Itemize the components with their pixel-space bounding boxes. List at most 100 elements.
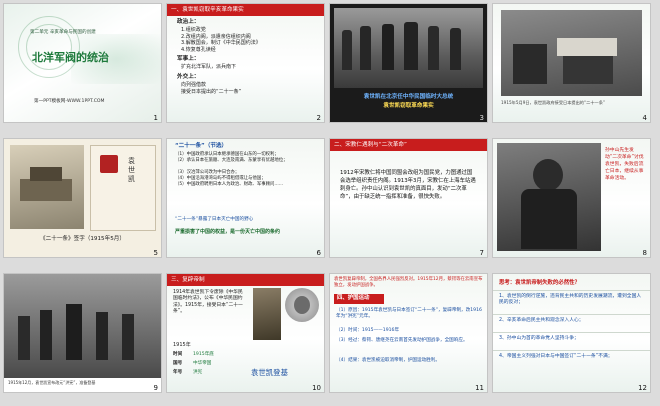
answer-text: 严重损害了中国的权益，是一份灭亡中国的条约: [175, 229, 281, 235]
photo-figure: [18, 316, 30, 360]
slide-thumbnail-5[interactable]: 袁世凯 《二十一条》签字（1915年5月） 5: [4, 139, 161, 257]
list-item: （4）中国沿海港湾岛屿不得租借或让与他国；: [175, 176, 266, 181]
slide-subtitle: 第二单元 辛亥革命与民国的创建: [30, 30, 96, 35]
photo-figure: [342, 30, 352, 70]
photo-figure: [533, 159, 563, 191]
slide-number: 12: [638, 384, 647, 392]
divider: [493, 290, 650, 291]
photo-figure: [521, 189, 577, 249]
slide-header: “二十一条”（节选）: [175, 143, 228, 149]
table-cell: 洪宪: [193, 370, 203, 375]
photo-caption: 1915年5月9日，袁世凯政府接受日本提出的“二十一条”: [501, 100, 606, 105]
list-item: 4.恢复尊孔读经: [181, 46, 216, 53]
list-item: 扩充北洋军队，派兵南下: [181, 64, 237, 70]
slide-thumbnail-6[interactable]: “二十一条”（节选） （1）中国政府承认日本继承德国在山东的一切权利； （2）承…: [167, 139, 324, 257]
slide-header: 一、袁世凯窃取辛亥革命果实: [171, 7, 244, 13]
slide-header: 四、护国运动: [337, 295, 370, 301]
photo-caption: 袁世凯在北京任中华民国临时大总统: [363, 94, 454, 100]
list-item: （2）时间：1915——1916年: [336, 328, 400, 333]
slide-thumbnail-2[interactable]: 一、袁世凯窃取辛亥革命果实 政治上： 1.组织政党 2.改组内阁，派遣亲信组织内…: [167, 4, 324, 122]
slide-number: 5: [153, 249, 158, 257]
photo-figure: [513, 44, 547, 84]
section-label: 政治上：: [177, 19, 200, 25]
seal-stamp: [100, 155, 118, 173]
slide-thumbnail-11[interactable]: 袁世凯复辟帝制，全国各界人民强烈反对。1915年12月，蔡锷等在云南宣布独立，发…: [330, 274, 487, 392]
list-item: （1）中国政府承认日本继承德国在山东的一切权利；: [175, 152, 279, 157]
slide-thumbnail-10[interactable]: 三、复辟帝制 1914年袁世凯下令废除《中华民国临时约法》，公布《中华民国约法》…: [167, 274, 324, 392]
side-text: 孙中山先生发动“二次革命”讨伐袁世凯，失败后流亡日本，继续从事革命活动。: [605, 148, 644, 181]
list-item: （1）原因：1915年袁世凯与日本签订“二十一条”，复辟帝制，改1916年为“洪…: [336, 308, 482, 319]
divider: [493, 314, 650, 315]
list-item: 2、辛亥革命后民主共和观念深入人心；: [499, 318, 584, 323]
photo-figure: [96, 312, 108, 360]
slide-thumbnail-3[interactable]: 袁世凯在北京任中华民国临时大总统 袁世凯窃取革命果实 3: [330, 4, 487, 122]
slide-thumbnail-8[interactable]: 孙中山先生发动“二次革命”讨伐袁世凯，失败后流亡日本，继续从事革命活动。 8: [493, 139, 650, 257]
divider: [493, 332, 650, 333]
photo-caption: 袁世凯窃取革命果实: [383, 103, 434, 109]
photo-figure: [428, 26, 439, 70]
divider: [493, 350, 650, 351]
list-item: （3）经过：蔡锷、唐继尧在云南首先发动护国战争，全国响应。: [336, 338, 468, 343]
body-text: 1912年宋教仁将中国同盟会改组为国民党，力图通过国会选举组织责任内阁。1913…: [340, 170, 476, 200]
list-item: 向列强借款: [181, 82, 207, 88]
slide-number: 8: [642, 249, 647, 257]
slide-thumbnail-7[interactable]: 二、宋教仁遇刺与“二次革命” 1912年宋教仁将中国同盟会改组为国民党，力图通过…: [330, 139, 487, 257]
slide-footer: 第一PPT模板网-WWW.1PPT.COM: [34, 99, 105, 104]
section-label: 外交上：: [177, 74, 200, 80]
coin-portrait: [294, 296, 310, 314]
slide-number: 3: [479, 114, 484, 122]
slide-title: 思考：袁世凯帝制失败的必然性？: [499, 280, 580, 286]
slide-header: 三、复辟帝制: [171, 277, 205, 283]
signature-text: 袁世凯登基: [251, 368, 288, 377]
slide-title: 北洋军阀的统治: [32, 51, 109, 64]
photo-figure: [563, 56, 613, 84]
slide-thumbnail-1[interactable]: 第二单元 辛亥革命与民国的创建 北洋军阀的统治 第一PPT模板网-WWW.1PP…: [4, 4, 161, 122]
slide-number: 10: [312, 384, 321, 392]
photo-figure: [382, 24, 394, 70]
list-item: （3）汉冶萍公司改为中日合办；: [175, 170, 240, 175]
table-cell: 国号: [173, 361, 183, 366]
table-cell: 中华帝国: [193, 361, 212, 366]
list-item: 2.改组内阁，派遣亲信组织内阁: [181, 33, 251, 40]
photo-caption: 1915年12月，袁世凯宣布改元“洪宪”，准备登基: [8, 380, 96, 385]
photo-table: [557, 38, 617, 56]
photo-caption: 《二十一条》签字（1915年5月）: [40, 236, 125, 242]
table-cell: 年号: [173, 370, 183, 375]
slide-number: 4: [642, 114, 647, 122]
photo-figure: [40, 310, 52, 360]
intro-text: 袁世凯复辟帝制，全国各界人民强烈反对。1915年12月，蔡锷等在云南宣布独立，发…: [334, 277, 483, 288]
list-item: （4）结果：袁世凯被迫取消帝制，护国运动胜利。: [336, 358, 440, 363]
slide-background: [493, 274, 650, 392]
slide-number: 2: [316, 114, 321, 122]
seal-text: 袁世凯: [128, 157, 135, 183]
list-item: 1、袁世凯的倒行逆施，违背民主共和的历史发展潮流，遭到全国人民的反对；: [499, 294, 642, 306]
list-item: 1.组织政党: [181, 27, 206, 33]
photo-figure: [404, 22, 418, 70]
body-text: 1914年袁世凯下令废除《中华民国临时约法》，公布《中华民国约法》。1915年，…: [173, 290, 243, 315]
list-item: 3.解散国会，制订《中华民国约法》: [181, 40, 261, 46]
slide-thumbnail-12[interactable]: 思考：袁世凯帝制失败的必然性？ 1、袁世凯的倒行逆施，违背民主共和的历史发展潮流…: [493, 274, 650, 392]
list-item: （2）承认日本在旅顺、大连及南满、东蒙享有优越地位；: [175, 158, 288, 163]
photo-figure: [66, 304, 82, 360]
slide-header: 二、宋教仁遇刺与“二次革命”: [334, 142, 407, 148]
portrait-photo: [253, 288, 281, 340]
photo-figure: [360, 26, 371, 70]
list-item: 4、帝国主义列强对日本与中国签订“二十一条”不满；: [499, 354, 613, 359]
photo-building: [20, 179, 72, 201]
slide-number: 6: [316, 249, 321, 257]
discussion-question: “二十一条”暴露了日本灭亡中国的野心: [175, 217, 254, 222]
slide-number: 7: [479, 249, 484, 257]
slide-thumbnail-9[interactable]: 1915年12月，袁世凯宣布改元“洪宪”，准备登基 9: [4, 274, 161, 392]
table-cell: 时间: [173, 352, 183, 357]
list-item: 接受日本提出的“二十一条”: [181, 89, 242, 95]
list-item: （5）中国政府聘用日本人为政治、财政、军事顾问……: [175, 182, 284, 187]
slide-number: 11: [475, 384, 484, 392]
table-cell: 1915年底: [193, 352, 214, 357]
slide-thumbnail-4[interactable]: 1915年5月9日，袁世凯政府接受日本提出的“二十一条” 4: [493, 4, 650, 122]
slide-number: 1: [153, 114, 158, 122]
slide-number: 9: [153, 384, 158, 392]
list-item: 3、孙中山为首的革命党人坚持斗争；: [499, 336, 579, 341]
photo-figure: [450, 28, 461, 70]
photo-figure: [122, 314, 134, 360]
year-label: 1915年: [173, 342, 191, 348]
